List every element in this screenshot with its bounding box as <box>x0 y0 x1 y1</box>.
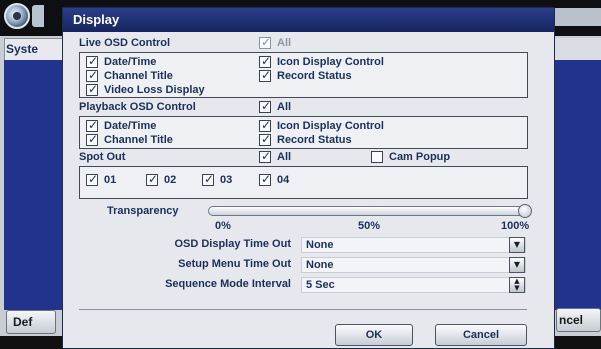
playback-osd-label: Playback OSD Control <box>79 101 196 113</box>
checkbox-icon <box>259 132 271 146</box>
background-panel <box>4 60 64 310</box>
spot-out-channel-01[interactable]: 01 <box>86 172 117 186</box>
setup-menu-time-out-label: Setup Menu Time Out <box>178 258 291 270</box>
channel-label: 03 <box>220 174 233 186</box>
transparency-tick-min: 0% <box>215 220 231 232</box>
spot-out-all-checkbox[interactable]: All <box>259 149 292 163</box>
playback-osd-icon-display-control[interactable]: Icon Display Control <box>259 118 384 132</box>
ok-button[interactable]: OK <box>335 324 413 346</box>
live-osd-all-label: All <box>277 37 292 49</box>
chevron-down-icon[interactable]: ▼ <box>509 257 525 273</box>
transparency-slider-thumb[interactable] <box>518 204 532 218</box>
spot-out-label: Spot Out <box>79 151 126 163</box>
system-tab[interactable]: Syste <box>6 42 38 56</box>
playback-osd-record-status[interactable]: Record Status <box>259 132 352 146</box>
live-osd-icon-display-control[interactable]: Icon Display Control <box>259 54 384 68</box>
checkbox-icon <box>86 132 98 146</box>
checkbox-icon <box>146 172 158 186</box>
transparency-tick-max: 100% <box>501 220 530 232</box>
spot-out-channel-02[interactable]: 02 <box>146 172 177 186</box>
live-osd-video-loss-display[interactable]: Video Loss Display <box>86 82 205 96</box>
transparency-tick-mid: 50% <box>358 220 381 232</box>
display-dialog: Display Live OSD Control All Date/Time I… <box>62 7 555 349</box>
transparency-label: Transparency <box>107 205 179 217</box>
live-osd-record-status[interactable]: Record Status <box>259 68 352 82</box>
dialog-title: Display <box>63 8 554 32</box>
option-label: Record Status <box>277 70 352 82</box>
checkbox-icon <box>202 172 214 186</box>
checkbox-icon <box>86 68 98 82</box>
dialog-divider <box>79 309 527 310</box>
background-title-strip <box>554 8 601 26</box>
system-logo-icon <box>4 3 30 29</box>
cam-popup-label: Cam Popup <box>389 151 451 163</box>
channel-label: 02 <box>164 174 177 186</box>
playback-osd-channel-title[interactable]: Channel Title <box>86 132 173 146</box>
playback-osd-all-checkbox[interactable]: All <box>259 99 292 113</box>
playback-osd-box: Date/Time Icon Display Control Channel T… <box>79 116 528 149</box>
checkbox-icon <box>259 118 271 132</box>
osd-display-time-out-value: None <box>306 239 334 251</box>
checkbox-icon <box>259 99 271 113</box>
spot-out-box: 01 02 03 04 <box>79 166 528 199</box>
checkbox-icon <box>86 54 98 68</box>
option-label: Date/Time <box>104 120 157 132</box>
up-down-spinner-icon[interactable]: ▲ ▼ <box>509 277 525 293</box>
checkbox-icon <box>86 82 98 96</box>
option-label: Icon Display Control <box>277 56 384 68</box>
checkbox-icon <box>86 118 98 132</box>
spot-out-channel-04[interactable]: 04 <box>259 172 290 186</box>
osd-display-time-out-label: OSD Display Time Out <box>174 238 291 250</box>
option-label: Record Status <box>277 134 352 146</box>
live-osd-label: Live OSD Control <box>79 37 171 49</box>
playback-osd-all-label: All <box>277 101 292 113</box>
live-osd-date-time[interactable]: Date/Time <box>86 54 157 68</box>
setup-menu-time-out-value: None <box>306 259 334 271</box>
checkbox-icon <box>86 172 98 186</box>
checkbox-icon <box>259 172 271 186</box>
channel-label: 01 <box>104 174 117 186</box>
sequence-mode-interval-value: 5 Sec <box>306 279 335 291</box>
checkbox-icon <box>259 149 271 163</box>
live-osd-all-checkbox[interactable]: All <box>259 35 292 49</box>
option-label: Video Loss Display <box>104 84 205 96</box>
option-label: Channel Title <box>104 70 173 82</box>
option-label: Icon Display Control <box>277 120 384 132</box>
transparency-slider[interactable] <box>208 204 532 218</box>
checkbox-icon <box>259 54 271 68</box>
spot-out-channel-03[interactable]: 03 <box>202 172 233 186</box>
checkbox-icon <box>259 68 271 82</box>
chevron-down-icon[interactable]: ▼ <box>509 237 525 253</box>
background-cancel-button[interactable]: ncel <box>556 308 601 332</box>
live-osd-channel-title[interactable]: Channel Title <box>86 68 173 82</box>
sequence-mode-interval-spinner[interactable]: 5 Sec ▲ ▼ <box>301 277 526 293</box>
channel-label: 04 <box>277 174 290 186</box>
playback-osd-date-time[interactable]: Date/Time <box>86 118 157 132</box>
spot-out-all-label: All <box>277 151 292 163</box>
background-default-button[interactable]: Def <box>6 310 56 334</box>
setup-menu-time-out-select[interactable]: None ▼ <box>301 257 526 273</box>
osd-display-time-out-select[interactable]: None ▼ <box>301 237 526 253</box>
checkbox-icon <box>259 35 271 49</box>
sequence-mode-interval-label: Sequence Mode Interval <box>165 278 291 290</box>
live-osd-box: Date/Time Icon Display Control Channel T… <box>79 52 528 98</box>
system-logo-secondary-icon <box>32 5 44 27</box>
option-label: Channel Title <box>104 134 173 146</box>
checkbox-icon <box>371 151 383 163</box>
cam-popup-checkbox[interactable]: Cam Popup <box>371 151 450 163</box>
option-label: Date/Time <box>104 56 157 68</box>
cancel-button[interactable]: Cancel <box>435 324 527 346</box>
background-right-content <box>548 60 601 310</box>
